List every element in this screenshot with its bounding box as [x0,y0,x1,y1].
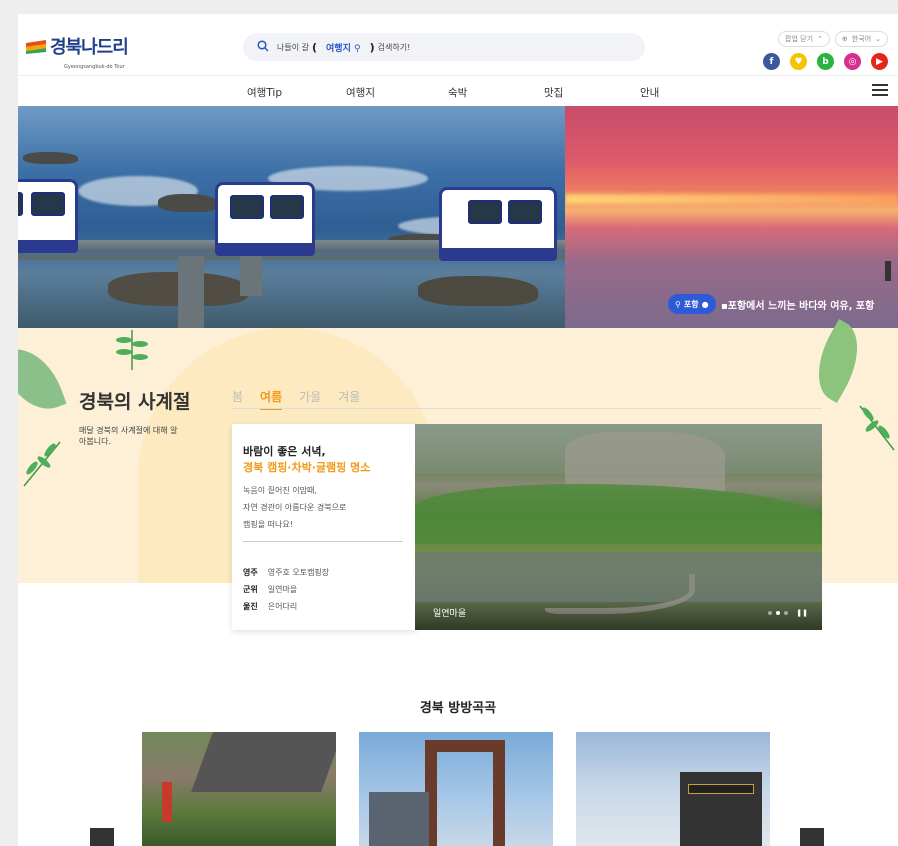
nav-item-lodging[interactable]: 숙박 [448,85,467,100]
search-icon[interactable] [257,40,269,54]
place-region: 영주 [243,568,258,577]
card-body-line: 자연 경관이 아름다운 경북으로 [243,503,347,512]
place-name: 일연마을 [267,585,298,594]
header: 경북나드리 Gyeongsangbuk-do Tour 나들이 갈 ( 여행지 … [18,14,898,106]
search-highlight[interactable]: 여행지 ⚲ [326,41,361,54]
nav-item-restaurants[interactable]: 맛집 [544,85,563,100]
logo-subtext: Gyeongsangbuk-do Tour [64,64,125,70]
location-tag-label: 포항 [683,299,699,309]
popup-close-button[interactable]: 팝업 닫기 ⌃ [778,31,830,47]
season-description: 매달 경북의 사계절에 대해 알아봅니다. [79,426,178,446]
search-suffix: 검색하기! [377,42,411,52]
tab-summer[interactable]: 여름 [260,388,283,410]
slider-dot[interactable] [784,611,789,615]
logo-flag-icon [26,39,46,54]
nav-item-travel-tip[interactable]: 여행Tip [247,85,282,100]
card-body: 녹음이 짙어진 이맘때, 자연 경관이 아름다운 경북으로 캠핑을 떠나요! [243,482,346,533]
place-name: 영주호 오토캠핑장 [267,568,330,577]
region-card[interactable] [359,732,553,846]
region-card[interactable] [142,732,336,846]
place-list: 영주 영주호 오토캠핑장 군위 일연마을 울진 은어다리 [243,564,329,615]
hero-caption-text: 포항에서 느끼는 바다와 여유, 포항 [727,301,875,312]
capsule-car [439,187,557,261]
nav-item-destinations[interactable]: 여행지 [346,85,375,100]
dot-icon: ● [701,299,709,309]
arrow-right-icon[interactable] [885,261,891,281]
pin-icon: ⚲ [350,43,361,54]
photo-caption: 일연마을 [433,609,467,619]
capsule-car [215,182,315,256]
search-bar[interactable]: 나들이 갈 ( 여행지 ⚲ ) 검색하기! [243,33,645,61]
kakao-story-icon[interactable]: ♥ [790,53,807,70]
region-section-title: 경북 방방곡곡 [419,701,497,716]
logo[interactable]: 경북나드리 Gyeongsangbuk-do Tour [26,30,129,70]
card-divider [243,541,403,542]
chevron-up-icon: ⌃ [817,35,823,43]
globe-icon: ⊕ [841,35,848,43]
season-photo[interactable]: 일연마을 ❚❚ [415,424,822,630]
hero-banner[interactable] [18,106,898,328]
place-region: 울진 [243,602,258,611]
page-frame: 경북나드리 Gyeongsangbuk-do Tour 나들이 갈 ( 여행지 … [18,14,898,846]
leaf-sprig-icon [854,402,898,456]
place-name: 은어다리 [267,602,298,611]
language-select[interactable]: ⊕ 한국어 ⌄ [834,31,888,47]
place-item[interactable]: 영주 영주호 오토캠핑장 [243,564,329,581]
pause-icon[interactable]: ❚❚ [796,609,808,617]
language-label: 한국어 [851,35,872,43]
tabs-divider [232,408,822,409]
hero-image-sunset [565,106,898,328]
season-feature-card[interactable]: 바람이 좋은 서녁, 경북 캠핑·차박·글램핑 명소 녹음이 짙어진 이맘때, … [232,424,416,630]
search-prefix: 나들이 갈 [277,42,309,52]
card-body-line: 캠핑을 떠나요! [243,520,293,529]
hero-image-sky-capsule [18,106,565,328]
season-tabs: 봄 여름 가을 겨울 [232,388,360,410]
tab-spring[interactable]: 봄 [232,388,243,410]
social-links: f ♥ b ◎ ▶ [763,53,888,70]
leaf-sprig-icon [114,330,150,374]
youtube-icon[interactable]: ▶ [871,53,888,70]
nav-item-info[interactable]: 안내 [640,85,659,100]
chevron-down-icon: ⌄ [875,35,881,43]
facebook-icon[interactable]: f [763,53,780,70]
top-utility: 팝업 닫기 ⌃ ⊕ 한국어 ⌄ [778,31,888,47]
card-body-line: 녹음이 짙어진 이맘때, [243,486,317,495]
menu-icon[interactable] [872,84,888,96]
place-item[interactable]: 울진 은어다리 [243,598,329,615]
instagram-icon[interactable]: ◎ [844,53,861,70]
logo-text: 경북나드리 [50,37,129,58]
capsule-car [18,179,78,253]
hero-caption: ▪포항에서 느끼는 바다와 여유, 포항 [721,297,874,312]
carousel-prev-button[interactable] [90,828,114,846]
slider-dot-active[interactable] [776,611,781,615]
leaf-sprig-icon [20,438,64,492]
location-tag[interactable]: ⚲ 포항 ● [668,294,716,314]
region-card[interactable] [576,732,770,846]
pin-icon: ⚲ [675,299,681,309]
tab-winter[interactable]: 겨울 [338,388,360,410]
carousel-next-button[interactable] [800,828,824,846]
card-heading: 바람이 좋은 서녁, [243,445,326,458]
bracket-close: ) [369,40,375,54]
tab-autumn[interactable]: 가을 [299,388,321,410]
place-region: 군위 [243,585,258,594]
bullet-icon: ▪ [721,301,728,312]
slider-dots: ❚❚ [768,609,808,617]
blog-icon[interactable]: b [817,53,834,70]
bracket-open: ( [311,40,318,54]
season-title: 경북의 사계절 [79,391,191,413]
place-item[interactable]: 군위 일연마을 [243,581,329,598]
slider-dot[interactable] [768,611,773,615]
main-nav: 여행Tip 여행지 숙박 맛집 안내 [18,75,898,106]
popup-close-label: 팝업 닫기 [785,35,814,43]
card-subheading: 경북 캠핑·차박·글램핑 명소 [243,461,371,474]
